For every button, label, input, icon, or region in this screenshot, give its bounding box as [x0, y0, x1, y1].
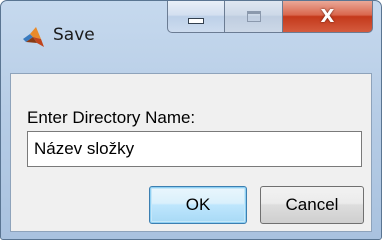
directory-name-input[interactable] [27, 131, 362, 167]
dialog-body: Enter Directory Name: OK Cancel [10, 73, 372, 232]
directory-name-label: Enter Directory Name: [27, 108, 196, 127]
maximize-button[interactable] [225, 1, 283, 33]
ok-button[interactable]: OK [149, 186, 247, 224]
minimize-icon [188, 17, 204, 24]
caption-buttons: X [167, 1, 373, 35]
cancel-button[interactable]: Cancel [260, 186, 364, 224]
close-icon: X [320, 6, 335, 27]
window-title: Save [53, 25, 95, 45]
matlab-logo-icon [21, 25, 45, 49]
minimize-button[interactable] [167, 1, 225, 33]
close-button[interactable]: X [283, 1, 373, 33]
save-dialog-window: Save X Enter Directory Name: OK Cancel [0, 0, 382, 240]
title-bar[interactable]: Save X [1, 1, 381, 73]
maximize-icon [246, 11, 261, 22]
